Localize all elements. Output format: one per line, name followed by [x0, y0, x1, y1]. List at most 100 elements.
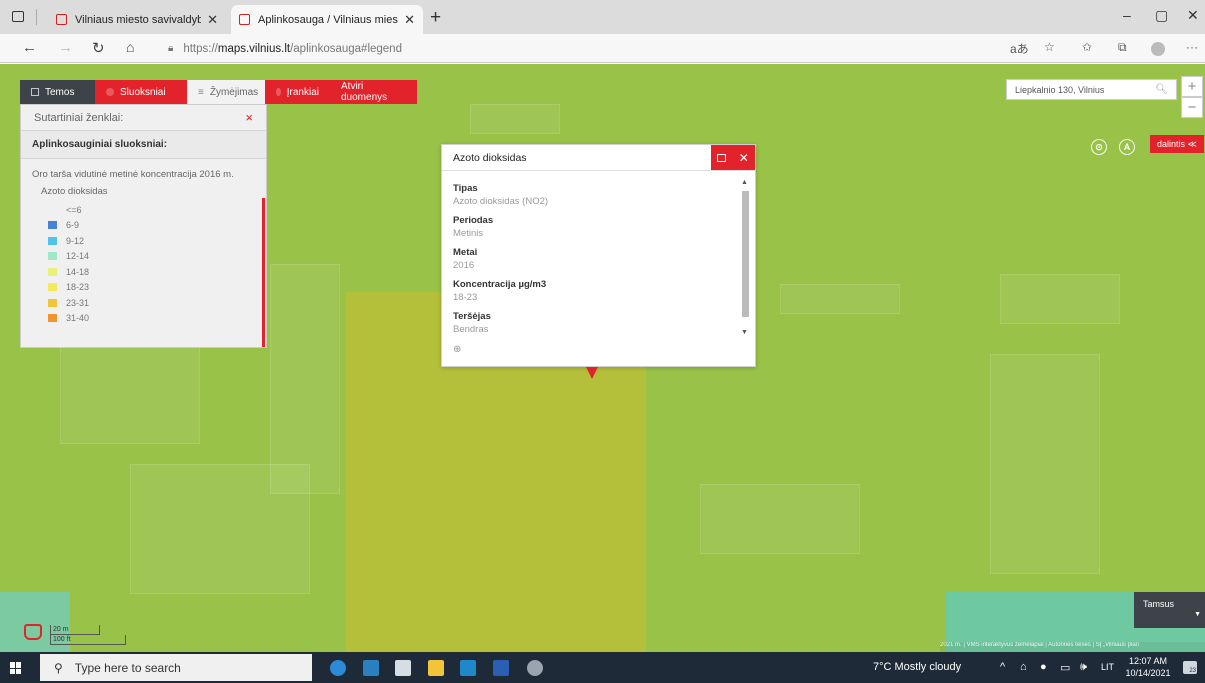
- basemap-label: Tamsus: [1143, 599, 1175, 609]
- zoom-out-button[interactable]: −: [1181, 97, 1203, 118]
- legend-swatch: [48, 267, 57, 276]
- tab-temos[interactable]: Temos: [20, 80, 95, 104]
- building-shape: [780, 284, 900, 314]
- collections-icon[interactable]: ⧉: [1118, 40, 1127, 55]
- legend-swatch: [48, 298, 57, 307]
- tab-zymejimas[interactable]: ≡ Žymėjimas: [187, 80, 265, 104]
- tab-actions-icon[interactable]: [12, 11, 24, 22]
- scroll-down-icon[interactable]: ▼: [741, 329, 748, 336]
- read-aloud-icon[interactable]: aあ: [1010, 40, 1029, 57]
- clock-time: 12:07 AM: [1128, 656, 1168, 666]
- popup-field-value: Azoto dioksidas (NO2): [453, 196, 549, 207]
- clock-date: 10/14/2021: [1125, 668, 1171, 678]
- weather-widget[interactable]: 7°C Mostly cloudy: [873, 661, 961, 673]
- scroll-up-icon[interactable]: ▲: [741, 179, 748, 186]
- tab-temos-label: Temos: [45, 86, 75, 98]
- zoom-to-feature-icon[interactable]: ⊕: [453, 344, 461, 355]
- back-arrow-icon[interactable]: ←: [22, 39, 37, 56]
- close-window-button[interactable]: ✕: [1187, 7, 1199, 24]
- taskbar-search[interactable]: ⚲ Type here to search: [40, 654, 312, 681]
- tab-atviri-duomenys[interactable]: Atviri duomenys: [330, 80, 417, 104]
- minimize-button[interactable]: –: [1123, 7, 1131, 23]
- tab-irankiai[interactable]: Įrankiai: [265, 80, 330, 104]
- forward-arrow-icon[interactable]: →: [58, 39, 73, 56]
- outlook-app-icon[interactable]: [460, 660, 476, 676]
- favorite-star-icon[interactable]: ☆: [1044, 40, 1055, 54]
- map-marker-icon[interactable]: [586, 367, 598, 379]
- tab-title: Vilniaus miesto savivaldybe: [75, 13, 202, 26]
- popup-field-label: Periodas: [453, 215, 494, 226]
- maximize-button[interactable]: ▢: [1155, 7, 1168, 24]
- taskbar-search-placeholder: Type here to search: [74, 660, 181, 675]
- layers-icon: [106, 88, 114, 96]
- mail-app-icon[interactable]: [363, 660, 379, 676]
- notification-center-icon[interactable]: 23: [1183, 661, 1197, 674]
- tab-vilniaus-savivaldybe[interactable]: Vilniaus miesto savivaldybe ✕: [48, 5, 226, 34]
- legend-swatch: [48, 205, 57, 214]
- tab-sluoksniai[interactable]: Sluoksniai: [95, 80, 187, 104]
- new-tab-button[interactable]: +: [430, 7, 441, 29]
- close-tab-icon[interactable]: ✕: [207, 12, 218, 28]
- system-clock[interactable]: 12:07 AM 10/14/2021: [1124, 655, 1172, 679]
- legend-item: 31-40: [32, 311, 255, 327]
- store-app-icon[interactable]: [395, 660, 411, 676]
- file-explorer-icon[interactable]: [428, 660, 444, 676]
- volume-icon[interactable]: 🕪︎: [1080, 661, 1087, 674]
- legend-section-title: Aplinkosauginiai sluoksniai:: [21, 131, 266, 159]
- address-search-input[interactable]: Liepkalnio 130, Vilnius 🔍︎: [1006, 79, 1177, 100]
- map-menu: Temos Sluoksniai ≡ Žymėjimas Įrankiai Atv…: [20, 80, 417, 104]
- legend-item: 9-12: [32, 233, 255, 249]
- paint-app-icon[interactable]: [527, 660, 543, 676]
- favorites-icon[interactable]: ✩: [1082, 40, 1092, 54]
- chat-icon[interactable]: ▭: [1060, 661, 1070, 674]
- scale-bar-metric: 20 m: [50, 625, 100, 635]
- scale-bar-imperial: 100 ft: [50, 635, 126, 645]
- building-shape: [1000, 274, 1120, 324]
- popup-header: Azoto dioksidas ✕: [442, 145, 755, 171]
- legend-close-icon[interactable]: ×: [245, 110, 253, 125]
- antivirus-icon[interactable]: ●: [1040, 661, 1047, 673]
- popup-body: Tipas Azoto dioksidas (NO2) Periodas Metini…: [442, 171, 755, 357]
- edge-app-icon[interactable]: [330, 660, 346, 676]
- search-icon[interactable]: 🔍︎: [1155, 84, 1168, 95]
- popup-dock-icon[interactable]: [717, 153, 727, 162]
- input-language[interactable]: LIT: [1101, 662, 1114, 672]
- scroll-thumb[interactable]: [742, 191, 749, 317]
- address-bar[interactable]: 🔒︎ https:// maps.vilnius.lt /aplinkosaug…: [168, 40, 988, 57]
- legend-item: 6-9: [32, 218, 255, 234]
- building-shape: [270, 264, 340, 494]
- windows-start-icon[interactable]: [10, 662, 22, 674]
- popup-scrollbar[interactable]: ▲ ▼: [741, 179, 749, 339]
- close-tab-icon[interactable]: ✕: [404, 12, 415, 28]
- legend-panel: Sutartiniai ženklai: × Aplinkosauginiai …: [20, 104, 267, 348]
- accessibility-icon[interactable]: A: [1119, 139, 1135, 155]
- legend-swatch: [48, 221, 57, 230]
- map-canvas[interactable]: Temos Sluoksniai ≡ Žymėjimas Įrankiai Atv…: [0, 64, 1205, 652]
- more-menu-icon[interactable]: ···: [1186, 40, 1198, 54]
- map-attribution[interactable]: 2021 m. | VMS interaktyvūs žemėlapiai | …: [940, 642, 1205, 652]
- word-app-icon[interactable]: [493, 660, 509, 676]
- profile-avatar-icon[interactable]: [1151, 42, 1165, 56]
- locate-icon[interactable]: ⊙: [1091, 139, 1107, 155]
- network-icon[interactable]: ⌂: [1020, 661, 1027, 673]
- tools-icon: [276, 88, 281, 96]
- themes-icon: [31, 88, 39, 96]
- tab-aplinkosauga[interactable]: Aplinkosauga / Vilniaus miesto ✕: [231, 5, 423, 34]
- popup-close-icon[interactable]: ✕: [739, 151, 749, 165]
- legend-item: 18-23: [32, 280, 255, 296]
- tray-chevron-up-icon[interactable]: ^: [1000, 661, 1005, 673]
- zoom-in-button[interactable]: +: [1181, 76, 1203, 97]
- share-button[interactable]: dalintis ≪: [1150, 135, 1204, 153]
- url-path: /aplinkosauga#legend: [290, 42, 402, 55]
- legend-header: Sutartiniai ženklai: ×: [21, 105, 266, 131]
- legend-scrollbar[interactable]: [262, 198, 265, 347]
- favicon-icon: [56, 14, 67, 25]
- home-icon[interactable]: ⌂: [126, 39, 134, 55]
- basemap-switcher[interactable]: Tamsus ▼: [1134, 592, 1205, 628]
- popup-field-value: 2016: [453, 260, 475, 271]
- url-domain: maps.vilnius.lt: [217, 42, 291, 55]
- popup-field-value: Bendras: [453, 324, 489, 335]
- legend-title: Sutartiniai ženklai:: [34, 111, 124, 124]
- reload-icon[interactable]: ↻: [92, 39, 105, 57]
- legend-item-label: 9-12: [66, 235, 85, 246]
